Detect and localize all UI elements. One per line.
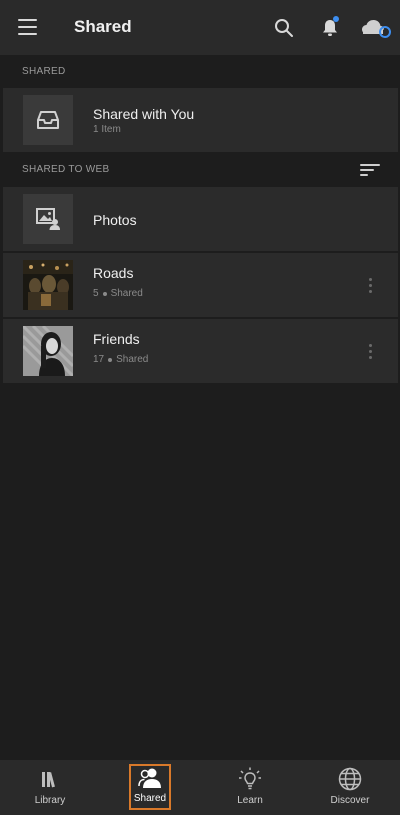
shared-with-you-row[interactable]: Shared with You 1 Item — [3, 88, 398, 152]
notifications-bell-icon[interactable] — [313, 11, 347, 45]
shared-icon — [137, 766, 163, 790]
photo-album-icon — [23, 194, 73, 244]
album-name: Photos — [93, 212, 137, 228]
nav-shared[interactable]: Shared — [129, 764, 171, 810]
globe-icon — [337, 766, 363, 792]
friends-thumbnail — [23, 326, 73, 376]
nav-label: Shared — [133, 793, 167, 804]
roads-thumbnail — [23, 260, 73, 310]
page-title: Shared — [74, 17, 132, 36]
photo-count: 5 — [93, 288, 99, 299]
nav-label: Learn — [237, 795, 263, 806]
album-meta: 17 Shared — [93, 354, 148, 365]
nav-learn[interactable]: Learn — [215, 764, 285, 810]
cloud-sync-icon[interactable] — [358, 11, 394, 45]
separator-dot — [102, 291, 107, 296]
nav-discover[interactable]: Discover — [315, 764, 385, 810]
inbox-icon — [23, 95, 73, 145]
photo-count: 17 — [93, 354, 105, 365]
item-count: 1 Item — [93, 124, 121, 135]
share-status: Shared — [116, 354, 149, 365]
section-label-shared-to-web: SHARED TO WEB — [22, 164, 110, 175]
nav-library[interactable]: Library — [15, 764, 85, 810]
album-meta: 5 Shared — [93, 288, 143, 299]
shared-with-you-title: Shared with You — [93, 106, 195, 122]
album-name: Friends — [93, 331, 140, 347]
more-options-icon[interactable] — [362, 273, 378, 297]
friends-row[interactable]: Friends 17 Shared — [3, 319, 398, 383]
separator-dot — [108, 357, 113, 362]
hamburger-menu-icon[interactable] — [10, 10, 44, 44]
roads-row[interactable]: Roads 5 Shared — [3, 253, 398, 317]
notification-dot — [333, 16, 339, 22]
photos-row[interactable]: Photos — [3, 187, 398, 251]
share-status: Shared — [110, 288, 143, 299]
search-icon[interactable] — [267, 11, 301, 45]
sort-icon[interactable] — [360, 160, 384, 180]
bottom-navigation: Library Shared Learn Discover — [0, 760, 400, 815]
album-name: Roads — [93, 265, 134, 281]
lightbulb-icon — [237, 766, 263, 792]
library-icon — [37, 766, 63, 792]
app-bar: Shared — [0, 0, 400, 55]
shared-with-you-count: 1 Item — [93, 124, 121, 135]
more-options-icon[interactable] — [362, 339, 378, 363]
nav-label: Discover — [330, 795, 370, 806]
nav-label: Library — [34, 795, 66, 806]
section-label-shared: SHARED — [22, 66, 66, 77]
